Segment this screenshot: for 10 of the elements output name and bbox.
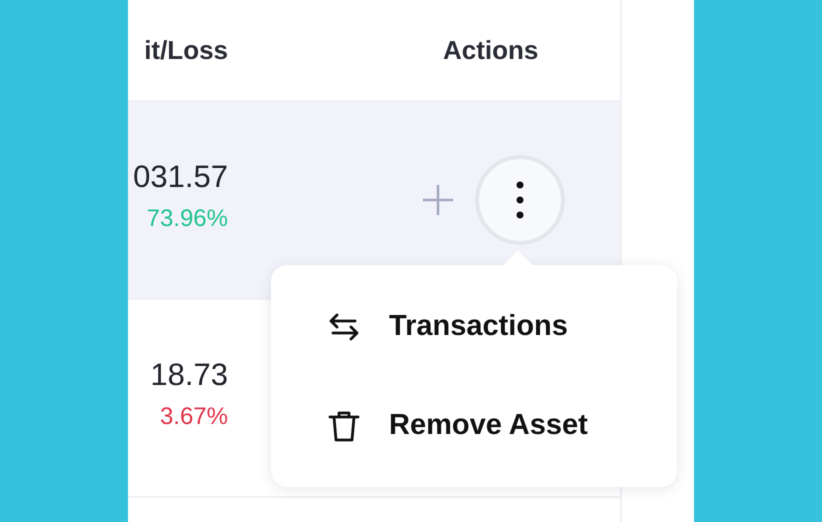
profit-value: 18.73 <box>150 357 228 393</box>
plus-icon[interactable] <box>421 183 455 217</box>
profit-percent: 73.96% <box>146 205 228 233</box>
profit-value: 031.57 <box>133 159 228 195</box>
profit-percent: 3.67% <box>160 403 228 431</box>
trash-icon <box>327 408 361 442</box>
column-header: Actions <box>442 34 538 66</box>
column-header: it/Loss <box>143 34 228 66</box>
more-icon <box>515 180 525 220</box>
menu-item[interactable]: Remove Asset <box>271 376 677 475</box>
